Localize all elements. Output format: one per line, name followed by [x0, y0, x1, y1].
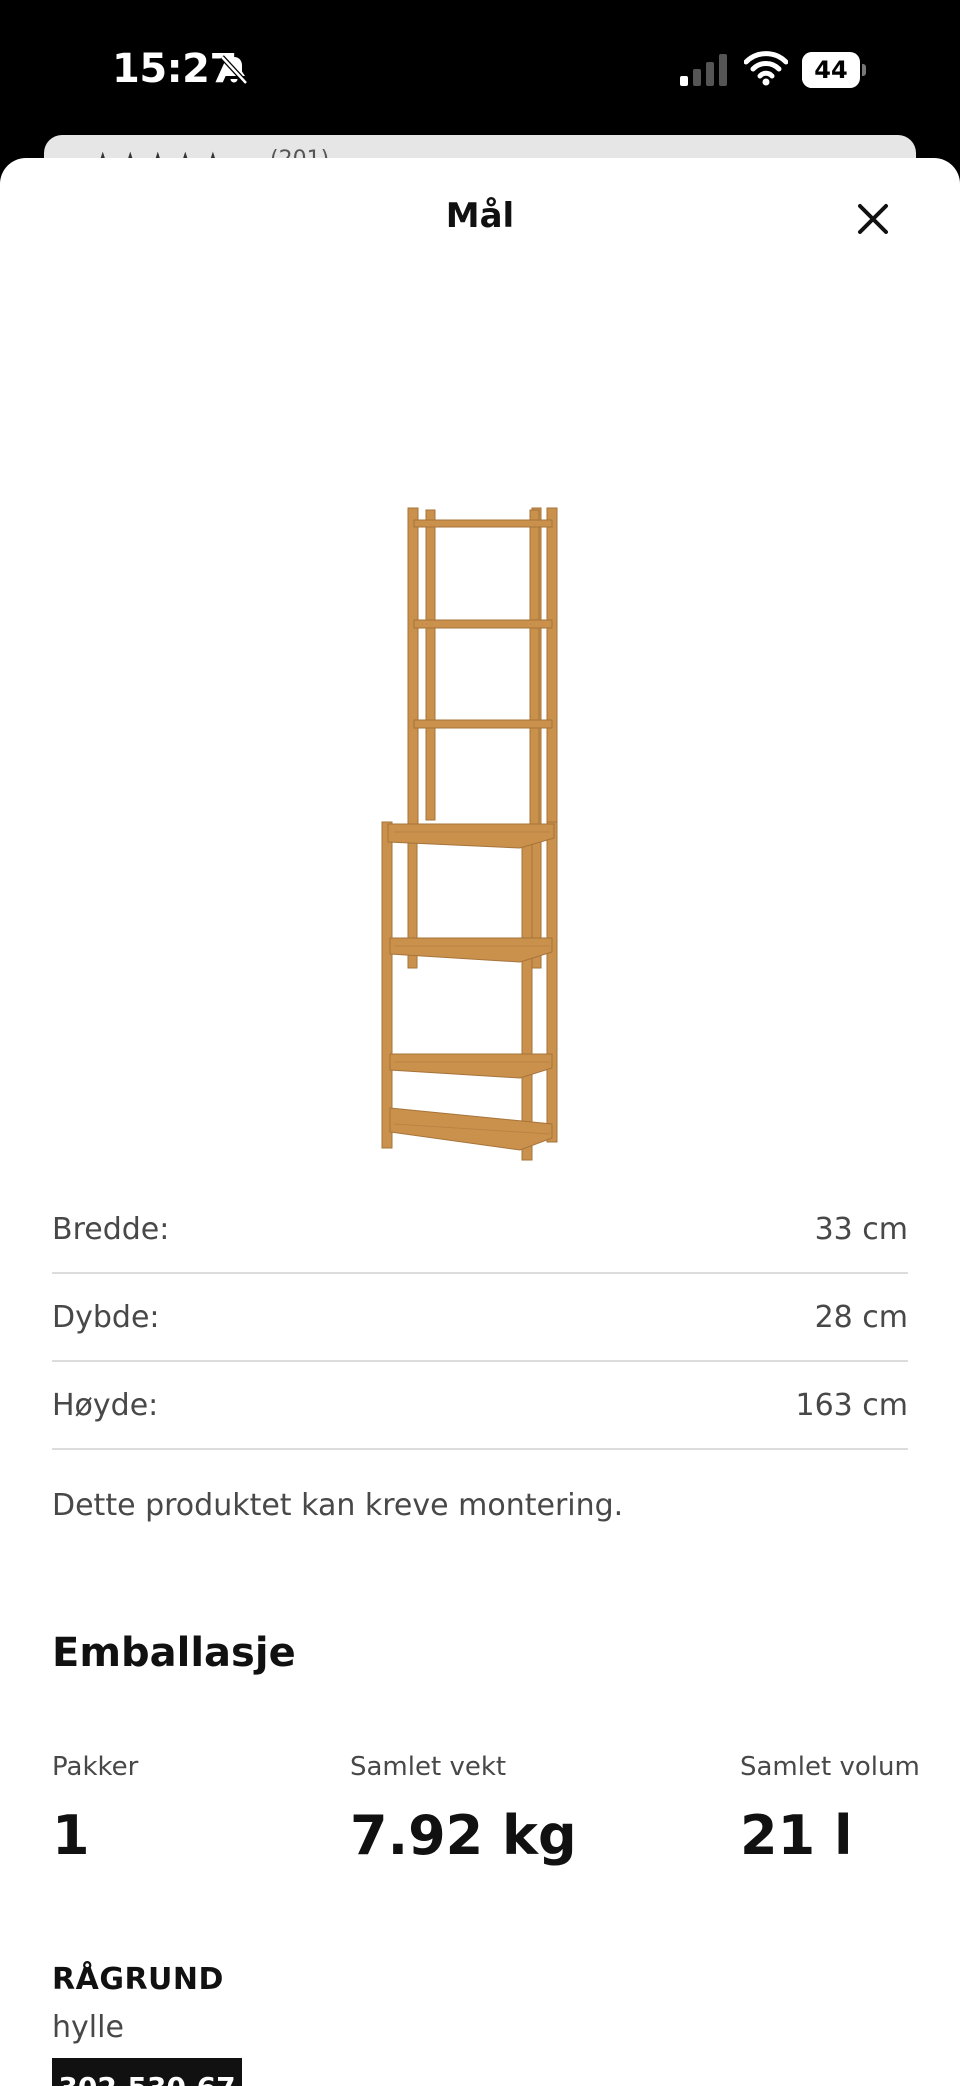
dimension-row-depth: Dybde: 28 cm [52, 1274, 908, 1362]
total-volume-stat: Samlet volum 21 l [740, 1752, 920, 1867]
stat-label: Pakker [52, 1752, 139, 1782]
stat-value: 21 l [740, 1804, 853, 1867]
dimension-value: 163 cm [795, 1387, 908, 1423]
dimension-row-width: Bredde: 33 cm [52, 1186, 908, 1274]
dimension-value: 28 cm [814, 1299, 908, 1335]
total-weight-stat: Samlet vekt 7.92 kg [350, 1752, 577, 1867]
packaging-heading: Emballasje [52, 1630, 296, 1676]
close-icon [858, 204, 888, 234]
status-bar: 15:27 44 [0, 0, 960, 150]
stat-value: 1 [52, 1804, 90, 1867]
sheet-title: Mål [445, 196, 515, 236]
article-number-badge: 302.530.67 [52, 2058, 242, 2086]
battery-cap [862, 64, 866, 76]
stat-value: 7.92 kg [350, 1804, 577, 1867]
close-button[interactable] [848, 194, 898, 244]
wifi-icon [744, 51, 788, 86]
cellular-signal-icon [680, 54, 727, 86]
dimensions-sheet: Mål Bredde: 33 cm Dybde: 28 cm Høyde: 16… [0, 158, 960, 2086]
bell-slash-icon [220, 55, 248, 85]
stat-label: Samlet volum [740, 1752, 920, 1782]
dimension-label: Bredde: [52, 1211, 170, 1247]
dimension-value: 33 cm [814, 1211, 908, 1247]
battery-percent: 44 [814, 56, 848, 84]
dimensions-table: Bredde: 33 cm Dybde: 28 cm Høyde: 163 cm [52, 1186, 908, 1450]
dimension-label: Dybde: [52, 1299, 160, 1335]
packages-stat: Pakker 1 [52, 1752, 138, 1867]
product-name: RÅGRUND [52, 1962, 224, 1997]
assembly-note: Dette produktet kan kreve montering. [52, 1488, 624, 1523]
product-type: hylle [52, 2010, 124, 2045]
dimension-row-height: Høyde: 163 cm [52, 1362, 908, 1450]
battery-icon: 44 [802, 52, 866, 88]
dimension-label: Høyde: [52, 1387, 159, 1423]
product-image [381, 507, 558, 1161]
stat-label: Samlet vekt [350, 1752, 507, 1782]
